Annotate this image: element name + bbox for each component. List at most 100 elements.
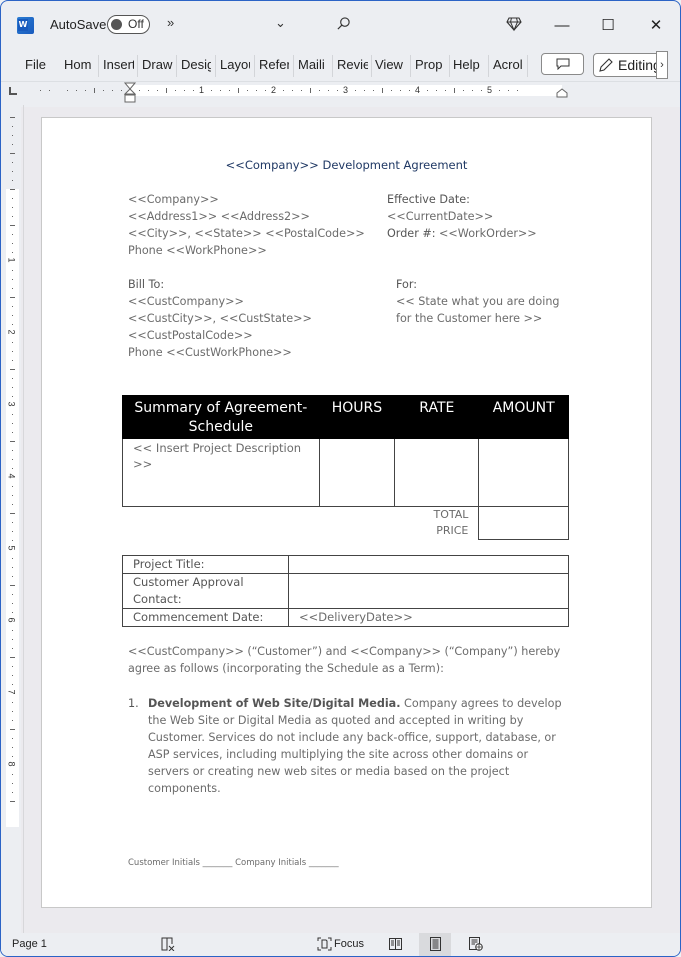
ruler-tick [373,90,374,91]
tab-design[interactable]: Desig [181,57,211,72]
ruler-tick [112,90,113,91]
ruler-tick [472,90,473,91]
document-page[interactable]: <<Company>> Development Agreement <<Comp… [41,117,652,908]
close-button[interactable]: ✕ [641,13,671,37]
ruler-tick [481,90,482,91]
ruler-tick [12,306,13,307]
ruler-tick [184,90,185,91]
tab-draw[interactable]: Draw [142,57,173,72]
ruler-tick [12,171,13,172]
ruler-text-area [6,189,19,827]
autosave-toggle[interactable]: Off [107,15,150,34]
ruler-tick [193,90,194,91]
ruler-tick [12,756,13,757]
premium-diamond-icon[interactable] [506,16,522,32]
print-layout-icon[interactable] [430,937,441,951]
ruler-tick [247,90,248,91]
tab-mailings[interactable]: Maili [298,57,328,72]
summary-header-row: Summary of Agreement-Schedule HOURS RATE… [122,395,569,439]
ruler-tick [12,351,13,352]
tab-help[interactable]: Help [453,57,483,72]
project-title-label: Project Title: [122,555,289,574]
maximize-button[interactable]: ☐ [593,13,623,37]
company-address: <<Address1>> <<Address2>> [128,210,310,223]
chevron-down-icon[interactable]: ⌄ [275,15,286,31]
page-indicator[interactable]: Page 1 [12,938,47,950]
ruler-tick [12,432,13,433]
total-price-cell[interactable] [478,506,569,540]
tab-insert[interactable]: Insert [103,57,134,72]
tab-stop-selector[interactable] [9,87,17,95]
project-description-cell[interactable]: << Insert Project Description >> [122,438,320,507]
ruler-tick [10,225,15,226]
toggle-knob [111,19,122,30]
proofing-icon[interactable] [161,937,176,951]
ruler-tick [12,702,13,703]
rate-cell[interactable] [394,438,480,507]
tab-divider [254,55,255,77]
indent-markers-icon[interactable] [124,82,136,104]
more-commands-button[interactable]: » [167,15,174,30]
tab-properties[interactable]: Prop [415,57,445,72]
tab-divider [137,55,138,77]
order-label: Order #: [387,227,436,240]
ruler-tick [10,801,15,802]
effective-date-label: Effective Date: [387,193,470,206]
cust-phone: Phone <<CustWorkPhone>> [128,346,292,359]
focus-mode-button[interactable]: Focus [334,938,364,950]
tab-view[interactable]: View [375,57,405,72]
tab-review[interactable]: Revie [337,57,368,72]
ruler-tick [12,468,13,469]
comments-button[interactable] [541,53,584,75]
ruler-tick [12,720,13,721]
hours-cell[interactable] [318,438,396,507]
tab-divider [488,55,489,77]
ruler-tick [12,486,13,487]
tab-file[interactable]: File [25,57,47,72]
tab-divider [293,55,294,77]
header-summary: Summary of Agreement-Schedule [122,395,320,439]
ruler-tick [427,90,428,91]
ribbon-scroll-right-button[interactable]: › [656,51,668,79]
ruler-tick [10,153,15,154]
tab-references[interactable]: Refer [259,57,289,72]
empty-cell [122,506,395,539]
autosave-state: Off [128,17,144,31]
approval-contact-value[interactable] [288,573,569,609]
tab-divider [449,55,450,77]
commencement-date-value[interactable]: <<DeliveryDate>> [288,608,569,627]
ruler-tick [10,657,15,658]
tab-layout[interactable]: Layou [220,57,250,72]
list-item-heading: Development of Web Site/Digital Media. [148,697,401,710]
vertical-ruler[interactable]: 1 2 3 4 5 6 7 8 [6,109,19,839]
read-mode-icon[interactable] [389,938,402,950]
web-layout-icon[interactable] [469,937,483,951]
ruler-tick [517,90,518,91]
ruler-tick [12,612,13,613]
ruler-tick [265,90,266,91]
ruler-tick [12,162,13,163]
for-label: For: [396,278,418,291]
minimize-button[interactable]: — [547,13,577,37]
company-name: <<Company>> [128,193,219,206]
ruler-tick [12,504,13,505]
search-icon[interactable] [336,16,351,31]
right-indent-marker-icon[interactable] [556,88,568,98]
editing-mode-button[interactable]: Editing [593,53,663,77]
project-title-value[interactable] [288,555,569,574]
ruler-tick [310,88,311,93]
word-logo-icon: W [17,17,34,34]
tab-home[interactable]: Hom [64,57,94,72]
tab-acrobat[interactable]: Acrol [493,57,523,72]
ruler-tick [12,567,13,568]
cust-postal-code: <<CustPostalCode>> [128,329,253,342]
ruler-tick [499,90,500,91]
ruler-tick [12,252,13,253]
current-date: <<CurrentDate>> [387,210,494,223]
ruler-tick [12,747,13,748]
ruler-tick [10,513,15,514]
ruler-tick [12,684,13,685]
ruler-tick [283,90,284,91]
ruler-divider [23,105,24,933]
amount-cell[interactable] [478,438,569,507]
